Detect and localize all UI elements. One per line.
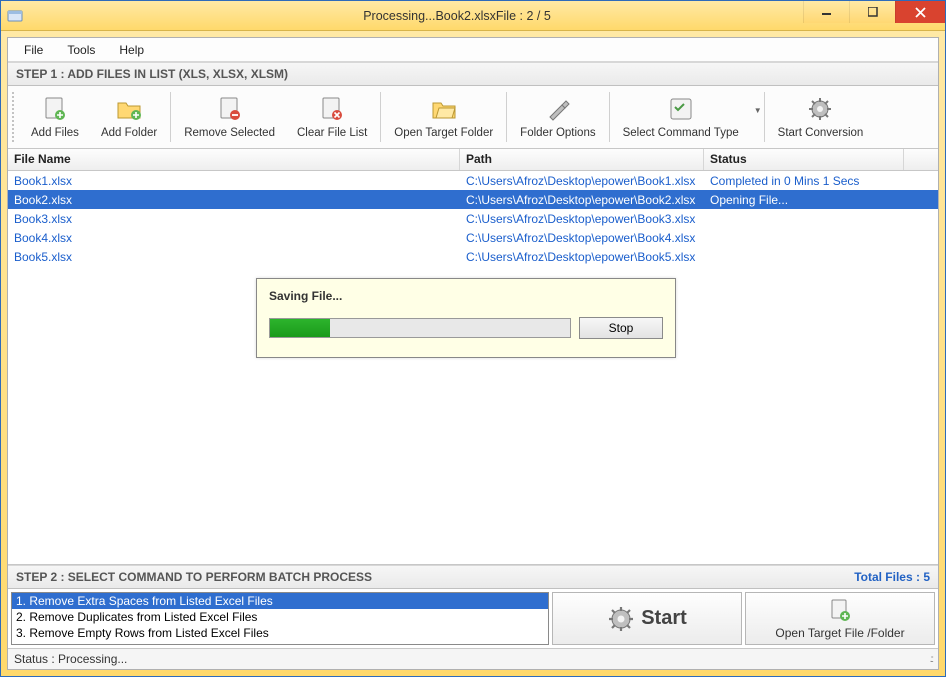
table-row[interactable]: Book5.xlsxC:\Users\Afroz\Desktop\epower\…	[8, 247, 938, 266]
start-conversion-button[interactable]: Start Conversion	[767, 88, 875, 146]
maximize-button[interactable]	[849, 1, 895, 23]
menu-file[interactable]: File	[14, 40, 53, 60]
list-item[interactable]: 3. Remove Empty Rows from Listed Excel F…	[12, 625, 548, 641]
cell-status	[704, 237, 904, 239]
stop-button[interactable]: Stop	[579, 317, 663, 339]
progress-dialog: Saving File... Stop	[256, 278, 676, 358]
gear-icon	[804, 93, 836, 125]
cell-file-name: Book2.xlsx	[8, 192, 460, 208]
open-target-label: Open Target File /Folder	[775, 626, 904, 640]
start-button-label: Start	[641, 607, 687, 630]
cell-path: C:\Users\Afroz\Desktop\epower\Book5.xlsx	[460, 249, 704, 265]
cell-status	[704, 256, 904, 258]
step2-body: 1. Remove Extra Spaces from Listed Excel…	[8, 589, 938, 649]
cell-path: C:\Users\Afroz\Desktop\epower\Book4.xlsx	[460, 230, 704, 246]
cell-path: C:\Users\Afroz\Desktop\epower\Book1.xlsx	[460, 173, 704, 189]
checklist-icon	[665, 93, 697, 125]
clear-file-list-button[interactable]: Clear File List	[286, 88, 378, 146]
open-target-folder-button[interactable]: Open Target Folder	[383, 88, 504, 146]
progress-fill	[270, 319, 330, 337]
titlebar: Processing...Book2.xlsxFile : 2 / 5	[1, 1, 945, 31]
status-text: Status : Processing...	[14, 652, 127, 666]
cell-status: Completed in 0 Mins 1 Secs	[704, 173, 904, 189]
start-button[interactable]: Start	[552, 592, 742, 645]
grid-header: File Name Path Status	[8, 149, 938, 171]
step2-header: STEP 2 : SELECT COMMAND TO PERFORM BATCH…	[8, 565, 938, 589]
column-path[interactable]: Path	[460, 149, 704, 170]
cell-file-name: Book3.xlsx	[8, 211, 460, 227]
resize-grip[interactable]: .::	[930, 654, 932, 665]
cell-file-name: Book5.xlsx	[8, 249, 460, 265]
list-item[interactable]: 2. Remove Duplicates from Listed Excel F…	[12, 609, 548, 625]
menu-tools[interactable]: Tools	[57, 40, 105, 60]
cell-status: Opening File...	[704, 192, 904, 208]
command-list[interactable]: 1. Remove Extra Spaces from Listed Excel…	[11, 592, 549, 645]
toolbar: Add Files Add Folder Remove Selected Cle…	[8, 86, 938, 149]
cell-status	[704, 218, 904, 220]
cell-path: C:\Users\Afroz\Desktop\epower\Book3.xlsx	[460, 211, 704, 227]
list-item[interactable]: 1. Remove Extra Spaces from Listed Excel…	[12, 593, 548, 609]
column-status[interactable]: Status	[704, 149, 904, 170]
window-controls	[803, 1, 945, 23]
remove-selected-button[interactable]: Remove Selected	[173, 88, 286, 146]
table-row[interactable]: Book4.xlsxC:\Users\Afroz\Desktop\epower\…	[8, 228, 938, 247]
grid-body[interactable]: Book1.xlsxC:\Users\Afroz\Desktop\epower\…	[8, 171, 938, 266]
close-button[interactable]	[895, 1, 945, 23]
file-open-icon	[827, 598, 853, 624]
column-file-name[interactable]: File Name	[8, 149, 460, 170]
open-target-file-folder-button[interactable]: Open Target File /Folder	[745, 592, 935, 645]
table-row[interactable]: Book1.xlsxC:\Users\Afroz\Desktop\epower\…	[8, 171, 938, 190]
progress-bar	[269, 318, 571, 338]
folder-options-button[interactable]: Folder Options	[509, 88, 606, 146]
app-window: Processing...Book2.xlsxFile : 2 / 5 File…	[0, 0, 946, 677]
menubar: File Tools Help	[8, 38, 938, 62]
table-row[interactable]: Book2.xlsxC:\Users\Afroz\Desktop\epower\…	[8, 190, 938, 209]
chevron-down-icon[interactable]: ▼	[754, 106, 762, 129]
step2-header-label: STEP 2 : SELECT COMMAND TO PERFORM BATCH…	[16, 570, 372, 584]
minimize-button[interactable]	[803, 1, 849, 23]
cell-file-name: Book4.xlsx	[8, 230, 460, 246]
file-remove-icon	[214, 93, 246, 125]
file-clear-icon	[316, 93, 348, 125]
folder-add-icon	[113, 93, 145, 125]
total-files-label: Total Files : 5	[854, 570, 930, 584]
tools-icon	[542, 93, 574, 125]
gear-icon	[607, 605, 635, 633]
step1-header-label: STEP 1 : ADD FILES IN LIST (XLS, XLSX, X…	[16, 67, 288, 81]
cell-file-name: Book1.xlsx	[8, 173, 460, 189]
select-command-type-button[interactable]: Select Command Type	[612, 88, 750, 146]
folder-open-icon	[428, 93, 460, 125]
table-row[interactable]: Book3.xlsxC:\Users\Afroz\Desktop\epower\…	[8, 209, 938, 228]
statusbar: Status : Processing... .::	[8, 649, 938, 669]
progress-label: Saving File...	[269, 289, 663, 303]
add-folder-button[interactable]: Add Folder	[90, 88, 168, 146]
add-files-button[interactable]: Add Files	[20, 88, 90, 146]
file-add-icon	[39, 93, 71, 125]
cell-path: C:\Users\Afroz\Desktop\epower\Book2.xlsx	[460, 192, 704, 208]
step1-header: STEP 1 : ADD FILES IN LIST (XLS, XLSX, X…	[8, 62, 938, 86]
menu-help[interactable]: Help	[109, 40, 154, 60]
files-grid: File Name Path Status Book1.xlsxC:\Users…	[8, 149, 938, 565]
